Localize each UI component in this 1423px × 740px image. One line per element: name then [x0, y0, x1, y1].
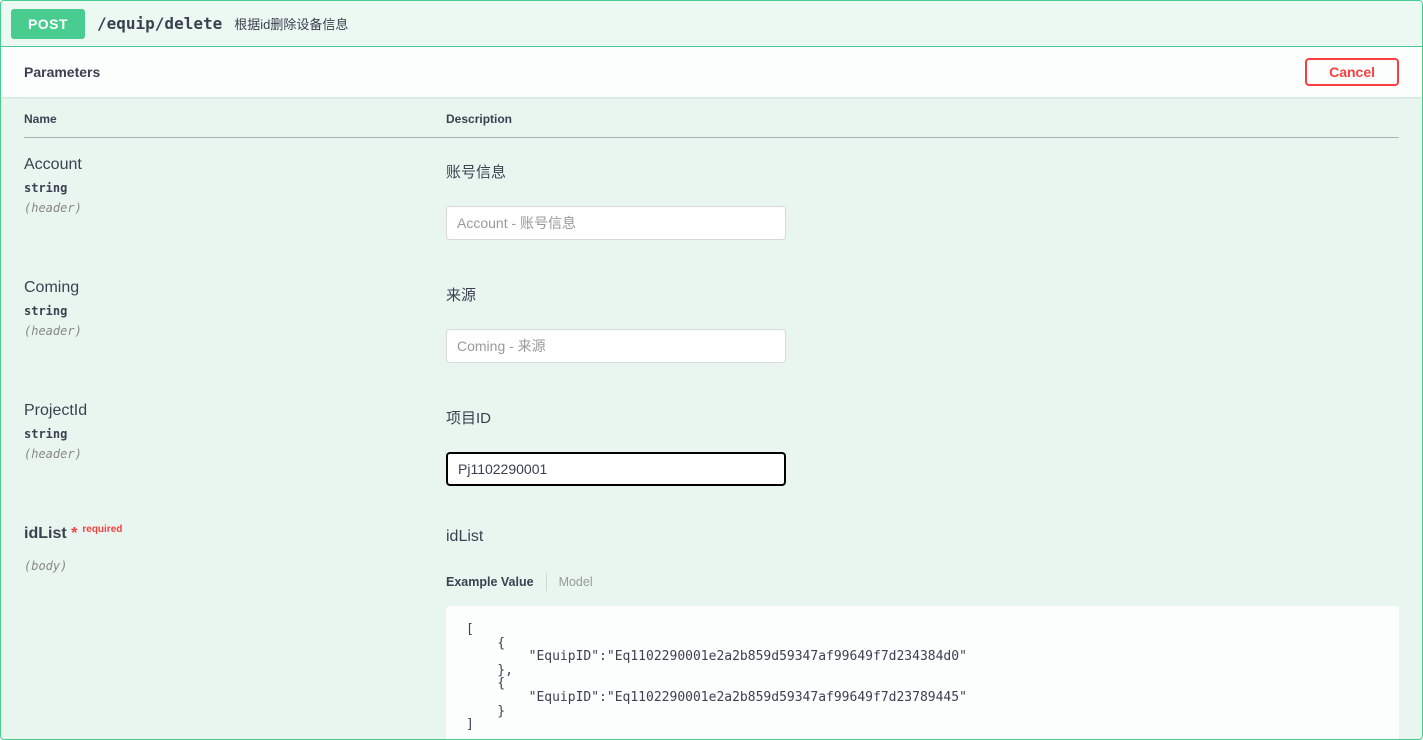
tab-separator [546, 573, 547, 591]
example-model-tabs: Example Value Model [446, 573, 1399, 591]
required-label: required [77, 524, 122, 535]
parameter-location: (header) [24, 201, 446, 215]
parameters-table-container: Name Description Account string (header)… [1, 97, 1422, 740]
parameter-type: string [24, 427, 446, 441]
column-header-name: Name [24, 97, 446, 138]
method-badge: POST [11, 9, 85, 39]
parameter-row-account: Account string (header) 账号信息 [24, 138, 1399, 262]
parameter-description-text: 账号信息 [446, 156, 1399, 182]
parameter-type: string [24, 181, 446, 195]
parameter-description-text: 项目ID [446, 402, 1399, 428]
parameter-name-cell: Account string (header) [24, 138, 446, 262]
parameter-description-cell: 账号信息 [446, 138, 1399, 262]
operation-block-post: POST /equip/delete 根据id删除设备信息 Parameters… [0, 0, 1423, 740]
parameter-location: (body) [24, 559, 446, 573]
column-header-description: Description [446, 97, 1399, 138]
tab-model[interactable]: Model [559, 575, 593, 589]
parameter-description-cell: 来源 [446, 261, 1399, 384]
parameters-table: Name Description Account string (header)… [24, 97, 1399, 740]
parameter-name-cell: Coming string (header) [24, 261, 446, 384]
parameter-name-cell: ProjectId string (header) [24, 384, 446, 507]
parameters-section-header: Parameters Cancel [1, 47, 1422, 97]
cancel-button[interactable]: Cancel [1305, 58, 1399, 86]
parameter-description-text: 来源 [446, 279, 1399, 305]
tab-example-value[interactable]: Example Value [446, 575, 534, 589]
parameter-row-projectid: ProjectId string (header) 项目ID [24, 384, 1399, 507]
parameter-description-cell: idList Example Value Model [ { "EquipID"… [446, 507, 1399, 740]
coming-input[interactable] [446, 329, 786, 363]
parameter-row-coming: Coming string (header) 来源 [24, 261, 1399, 384]
account-input[interactable] [446, 206, 786, 240]
parameter-name: idList *required [24, 525, 446, 543]
parameters-title: Parameters [24, 64, 100, 80]
projectid-input[interactable] [446, 452, 786, 486]
parameter-name: ProjectId [24, 402, 446, 420]
parameter-row-idlist: idList *required (body) idList Example V… [24, 507, 1399, 740]
parameter-description-cell: 项目ID [446, 384, 1399, 507]
parameter-type: string [24, 304, 446, 318]
table-header-row: Name Description [24, 97, 1399, 138]
parameter-location: (header) [24, 447, 446, 461]
operation-summary[interactable]: POST /equip/delete 根据id删除设备信息 [1, 1, 1422, 47]
operation-path: /equip/delete [97, 14, 222, 33]
example-value-code-block[interactable]: [ { "EquipID":"Eq1102290001e2a2b859d5934… [446, 606, 1399, 740]
operation-description: 根据id删除设备信息 [234, 14, 348, 33]
parameter-name: Coming [24, 279, 446, 297]
parameter-name: Account [24, 156, 446, 174]
parameter-location: (header) [24, 324, 446, 338]
parameter-name-cell: idList *required (body) [24, 507, 446, 740]
parameter-description-text: idList [446, 525, 1399, 546]
